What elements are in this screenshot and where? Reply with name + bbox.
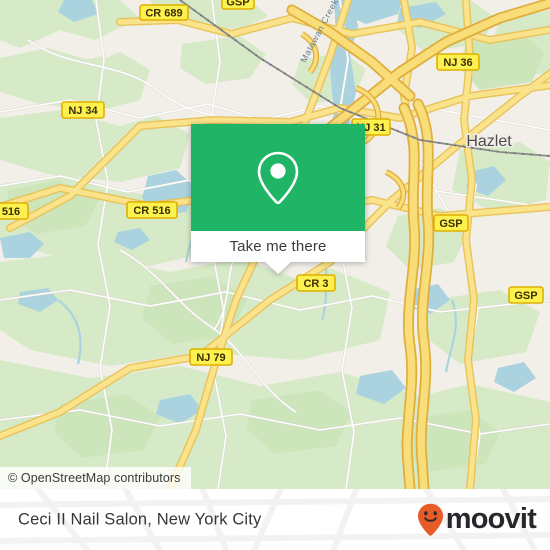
road-shield: GSP <box>221 0 255 10</box>
popup-header <box>191 124 365 231</box>
road-shield: NJ 36 <box>436 53 480 71</box>
popup-footer[interactable]: Take me there <box>191 231 365 274</box>
road-shield: NJ 79 <box>189 348 233 366</box>
footer-bar: Ceci II Nail Salon, New York City moovit <box>0 489 550 550</box>
place-title: Ceci II Nail Salon, New York City <box>18 510 262 528</box>
road-shield-label: CR 3 <box>303 278 328 290</box>
moovit-wordmark: moovit <box>445 503 537 535</box>
road-shield: 516 <box>0 202 29 220</box>
place-label-hazlet: Hazlet <box>465 132 514 152</box>
road-shield-label: GSP <box>439 218 462 230</box>
road-shield: GSP <box>508 286 544 304</box>
road-shield-label: GSP <box>226 0 249 9</box>
road-shield: NJ 34 <box>61 101 105 119</box>
osm-attribution: © OpenStreetMap contributors <box>0 467 191 489</box>
road-shield-label: CR 689 <box>145 8 182 20</box>
map-pin-icon <box>257 151 299 204</box>
popup-tail <box>265 262 291 274</box>
map-screenshot: Hazlet Matawan Creek CR 689 GSP NJ 36 NJ 34… <box>0 0 550 550</box>
road-shield-label: NJ 36 <box>443 57 472 69</box>
attribution-text: © OpenStreetMap contributors <box>8 471 181 485</box>
moovit-smile-pin-icon <box>417 503 443 536</box>
road-shield: CR 516 <box>126 201 178 219</box>
location-popup[interactable]: Take me there <box>191 124 365 274</box>
road-shield-label: NJ 34 <box>68 105 98 117</box>
road-shield-label: 516 <box>2 206 20 218</box>
road-shield: CR 3 <box>296 274 336 292</box>
road-shield-label: GSP <box>514 290 537 302</box>
moovit-logo[interactable]: moovit <box>417 503 537 537</box>
road-shield-label: CR 516 <box>133 205 170 217</box>
road-shield: CR 689 <box>139 4 189 21</box>
road-shield: GSP <box>433 214 469 232</box>
road-shield-label: NJ 79 <box>196 352 225 364</box>
take-me-there-label: Take me there <box>229 238 327 255</box>
place-label-text: Hazlet <box>466 133 512 150</box>
